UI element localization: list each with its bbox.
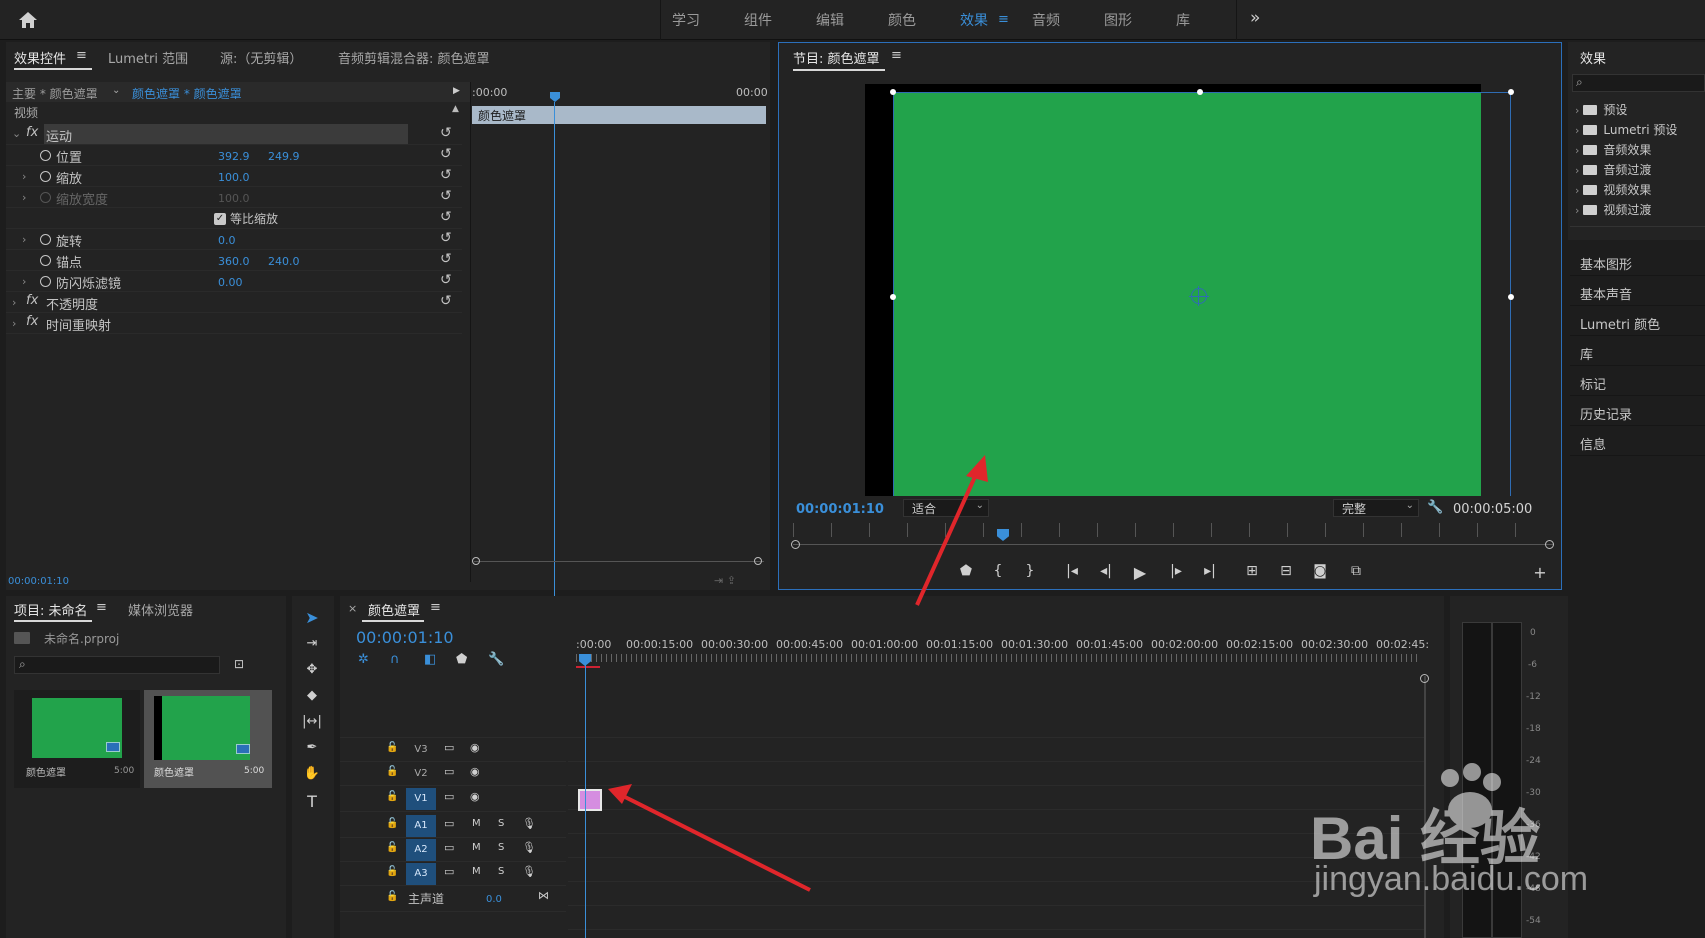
paw-icon	[1428, 760, 1508, 840]
